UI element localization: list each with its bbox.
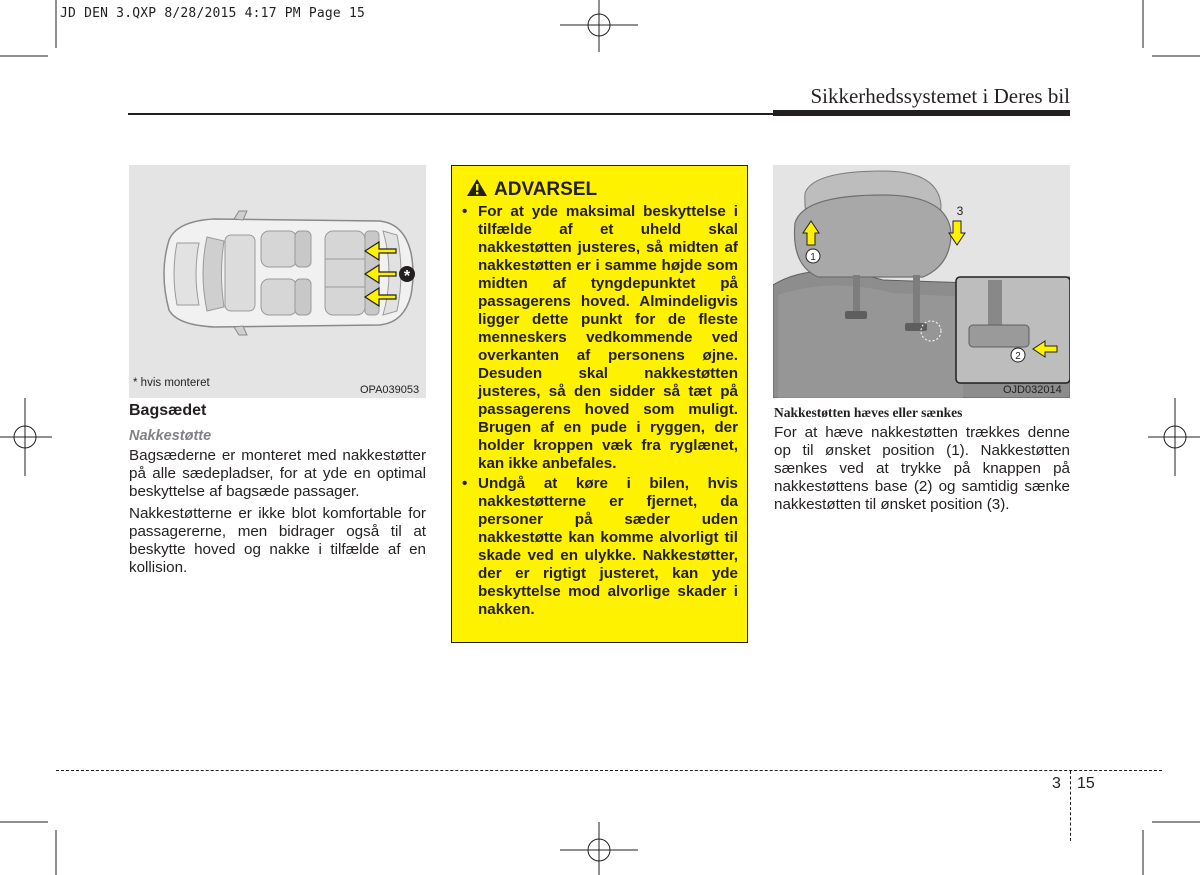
bullet-icon: • [462,203,468,220]
header-rule-bold [773,110,1070,116]
asterisk-badge-label: * [404,268,411,285]
left-paragraph-2: Nakkestøtterne er ikke blot komfortable … [129,505,426,576]
registration-mark-right [1148,398,1200,476]
left-body: Bagsæderne er monteret med nakkestøtter … [129,447,426,577]
figure-code-right: OJD032014 [1003,384,1062,396]
headrest-position-arrows [363,240,397,308]
headrest-adjust-figure: 1 3 2 [773,165,1070,398]
car-top-view-figure: * [129,165,426,398]
car-top-view-illustration: * [163,210,415,336]
header-rule [128,113,773,115]
warning-item: • Undgå at køre i bilen, hvis nakkestøtte… [460,475,738,619]
registration-mark-bottom [560,822,638,875]
registration-mark-top [560,0,638,52]
right-paragraph: For at hæve nakkestøtten trækkes denne o… [774,424,1070,513]
right-body: For at hæve nakkestøtten trækkes denne o… [774,424,1070,514]
warning-heading: ADVARSEL [466,178,597,201]
warning-triangle-icon [467,179,487,196]
left-paragraph-1: Bagsæderne er monteret med nakkestøtter … [129,447,426,500]
callout-3: 3 [957,204,964,218]
figure-code-left: OPA039053 [360,384,420,396]
callout-1: 1 [810,252,816,263]
page-number: 15 [1077,775,1095,792]
warning-box: ADVARSEL • For at yde maksimal beskyttels… [451,165,748,643]
page-number-separator [1070,771,1071,841]
callout-2: 2 [1015,351,1021,362]
registration-mark-left [0,398,52,476]
adjust-caption: Nakkestøtten hæves eller sænkes [774,405,963,420]
figure-note: * hvis monteret [133,377,210,389]
warning-item-text: Undgå at køre i bilen, hvis nakkestøtter… [478,475,738,618]
warning-item-text: For at yde maksimal beskyttelse i tilfæl… [478,203,738,472]
page-header-title: Sikkerhedssystemet i Deres bil [810,84,1070,108]
chapter-number: 3 [1052,775,1061,792]
warning-list: • For at yde maksimal beskyttelse i tilfæ… [460,203,738,619]
bullet-icon: • [462,475,468,492]
section-title: Bagsædet [129,402,207,419]
warning-title: ADVARSEL [494,179,598,200]
footer-rule [56,770,1162,771]
headrest-adjust-illustration: 1 3 2 [773,170,1070,398]
warning-item: • For at yde maksimal beskyttelse i tilfæ… [460,203,738,473]
subsection-title: Nakkestøtte [129,428,212,444]
print-slug: JD DEN 3.QXP 8/28/2015 4:17 PM Page 15 [60,6,366,21]
